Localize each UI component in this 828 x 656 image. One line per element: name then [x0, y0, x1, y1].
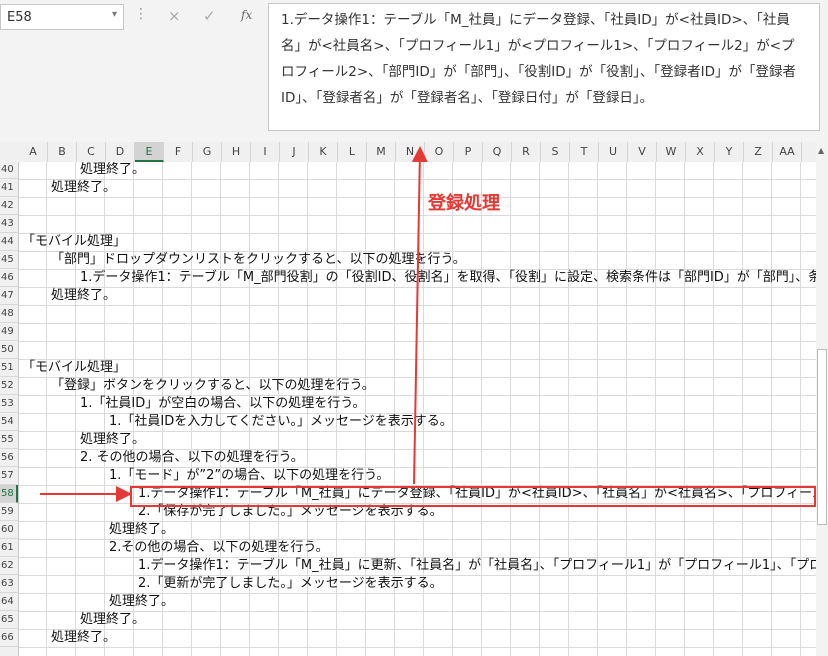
column-header-q[interactable]: Q: [483, 142, 512, 162]
row-header[interactable]: 47: [0, 287, 18, 305]
row-header[interactable]: 40: [0, 162, 18, 179]
scroll-up-icon[interactable]: ▲: [818, 146, 824, 155]
column-header-e[interactable]: E: [135, 142, 164, 162]
column-header-g[interactable]: G: [193, 142, 222, 162]
row-header[interactable]: 46: [0, 269, 18, 287]
drag-handle-icon[interactable]: ⋮: [134, 6, 148, 22]
cell-text[interactable]: 「部門」ドロップダウンリストをクリックすると、以下の処理を行う。: [51, 251, 466, 269]
column-header-z[interactable]: Z: [744, 142, 773, 162]
column-header-m[interactable]: M: [367, 142, 396, 162]
cell-text[interactable]: 1.「モード」が”2”の場合、以下の処理を行う。: [109, 467, 389, 485]
annotation-label: 登録処理: [428, 193, 500, 214]
cell-text[interactable]: 2.その他の場合、以下の処理を行う。: [109, 539, 329, 557]
row-header[interactable]: 51: [0, 359, 18, 377]
row-header[interactable]: 48: [0, 305, 18, 323]
cell-text[interactable]: 「モバイル処理」: [22, 359, 126, 377]
row-header[interactable]: 58: [0, 485, 18, 503]
cell-text[interactable]: 1.データ操作1：テーブル「M_部門役割」の「役割ID、役割名」を取得、「役割」…: [80, 269, 816, 287]
column-header-a[interactable]: A: [19, 142, 48, 162]
chevron-down-icon[interactable]: ▾: [112, 9, 117, 20]
row-header[interactable]: 59: [0, 503, 18, 521]
column-header-v[interactable]: V: [628, 142, 657, 162]
row-header[interactable]: 55: [0, 431, 18, 449]
cell-text[interactable]: 処理終了。: [51, 629, 116, 647]
formula-input[interactable]: 1.データ操作1：テーブル「M_社員」にデータ登録、「社員ID」が<社員ID>、…: [268, 3, 820, 131]
row-header[interactable]: 43: [0, 215, 18, 233]
column-header-k[interactable]: K: [309, 142, 338, 162]
cell-text[interactable]: 処理終了。: [80, 611, 145, 629]
column-header-t[interactable]: T: [570, 142, 599, 162]
column-header-c[interactable]: C: [77, 142, 106, 162]
row-header[interactable]: 53: [0, 395, 18, 413]
cell-text[interactable]: 処理終了。: [109, 521, 174, 539]
row-header[interactable]: 62: [0, 557, 18, 575]
row-header[interactable]: 64: [0, 593, 18, 611]
cancel-icon[interactable]: ×: [168, 7, 181, 25]
column-header-i[interactable]: I: [251, 142, 280, 162]
cell-text[interactable]: 処理終了。: [109, 593, 174, 611]
highlight-box: [130, 486, 816, 507]
column-header-d[interactable]: D: [106, 142, 135, 162]
column-header-l[interactable]: L: [338, 142, 367, 162]
insert-function-icon[interactable]: fx: [241, 8, 252, 22]
column-header-s[interactable]: S: [541, 142, 570, 162]
column-header-n[interactable]: N: [396, 142, 425, 162]
column-header-b[interactable]: B: [48, 142, 77, 162]
scrollbar-thumb[interactable]: [817, 349, 827, 525]
row-header[interactable]: 54: [0, 413, 18, 431]
cell-text[interactable]: 1.データ操作1：テーブル「M_社員」に更新、「社員名」が「社員名」、「プロフィ…: [138, 557, 816, 575]
cell-text[interactable]: 2.「更新が完了しました。」メッセージを表示する。: [138, 575, 443, 593]
cell-text[interactable]: 2. その他の場合、以下の処理を行う。: [80, 449, 304, 467]
cell-text[interactable]: 処理終了。: [80, 162, 145, 179]
cell-text[interactable]: 処理終了。: [51, 287, 116, 305]
row-header[interactable]: 65: [0, 611, 18, 629]
column-header-h[interactable]: H: [222, 142, 251, 162]
name-box[interactable]: E58 ▾: [0, 4, 124, 30]
cell-text[interactable]: 「モバイル処理」: [22, 233, 126, 251]
row-header[interactable]: 41: [0, 179, 18, 197]
vertical-scrollbar[interactable]: ▲: [816, 142, 828, 656]
row-header[interactable]: 63: [0, 575, 18, 593]
row-header[interactable]: 57: [0, 467, 18, 485]
row-header[interactable]: 42: [0, 197, 18, 215]
column-header-r[interactable]: R: [512, 142, 541, 162]
row-header[interactable]: 66: [0, 629, 18, 647]
name-box-value: E58: [7, 10, 32, 25]
column-header-j[interactable]: J: [280, 142, 309, 162]
row-header[interactable]: 44: [0, 233, 18, 251]
cell-text[interactable]: 1.「社員IDを入力してください。」メッセージを表示する。: [109, 413, 453, 431]
column-header-x[interactable]: X: [686, 142, 715, 162]
cell-text[interactable]: 1.「社員ID」が空白の場合、以下の処理を行う。: [80, 395, 365, 413]
row-header[interactable]: 49: [0, 323, 18, 341]
row-header[interactable]: 45: [0, 251, 18, 269]
column-header-p[interactable]: P: [454, 142, 483, 162]
row-header[interactable]: 56: [0, 449, 18, 467]
row-headers: 40 41 42 43 44 45 46 47 48 49 50 51 52 53 54 55 56 57 58 59…: [0, 162, 19, 656]
row-header[interactable]: 61: [0, 539, 18, 557]
column-header-f[interactable]: F: [164, 142, 193, 162]
cell-text[interactable]: 処理終了。: [51, 179, 116, 197]
column-header-y[interactable]: Y: [715, 142, 744, 162]
column-header-u[interactable]: U: [599, 142, 628, 162]
column-header-o[interactable]: O: [425, 142, 454, 162]
column-header-w[interactable]: W: [657, 142, 686, 162]
worksheet-grid[interactable]: 処理終了。 処理終了。 「モバイル処理」 「部門」ドロップダウンリストをクリックすると…: [0, 162, 816, 656]
cell-text[interactable]: 「登録」ボタンをクリックすると、以下の処理を行う。: [51, 377, 375, 395]
row-header[interactable]: 60: [0, 521, 18, 539]
row-header[interactable]: 52: [0, 377, 18, 395]
column-header-aa[interactable]: AA: [773, 142, 802, 162]
row-header[interactable]: 50: [0, 341, 18, 359]
confirm-icon[interactable]: ✓: [203, 7, 216, 25]
cell-text[interactable]: 処理終了。: [80, 431, 145, 449]
formula-bar-area: E58 ▾ ⋮ × ✓ fx 1.データ操作1：テーブル「M_社員」にデータ登録…: [0, 0, 828, 142]
column-headers: A B C D E F G H I J K L M N O P Q R S T U V W X Y Z AA: [0, 142, 816, 163]
